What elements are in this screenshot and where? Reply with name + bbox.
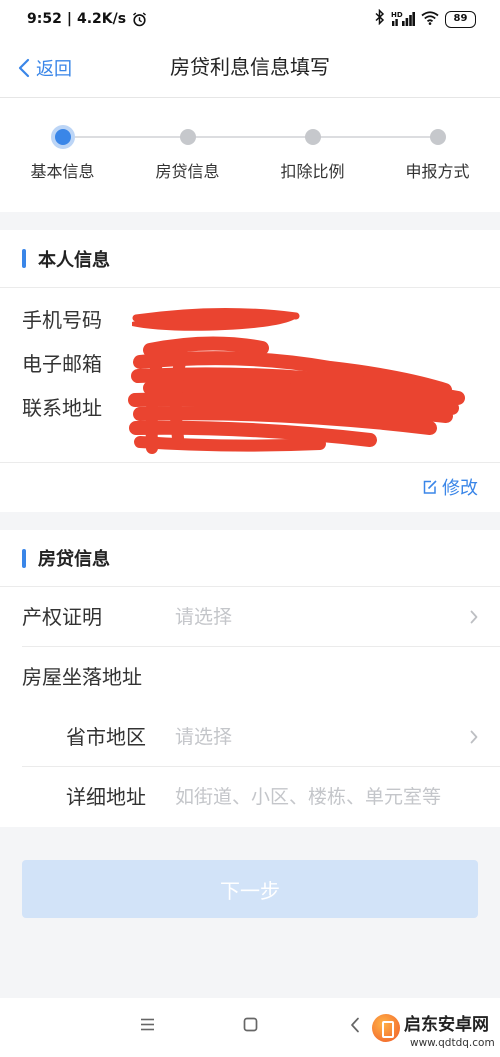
page-title: 房贷利息信息填写	[170, 55, 330, 79]
row-label: 产权证明	[22, 605, 102, 629]
wifi-icon	[421, 10, 439, 29]
step-label: 申报方式	[405, 162, 470, 181]
step-basic-info: 基本信息	[0, 98, 125, 212]
edit-row: 修改	[0, 463, 500, 511]
section-accent-bar	[22, 249, 26, 268]
row-label: 房屋坐落地址	[22, 665, 142, 689]
region-select[interactable]: 省市地区 请选择	[0, 707, 500, 767]
status-time: 9:52	[27, 11, 62, 27]
status-right: HD 89	[375, 0, 476, 38]
step-label: 房贷信息	[155, 162, 220, 181]
step-label: 基本信息	[30, 162, 95, 181]
back-icon[interactable]	[350, 1017, 360, 1033]
field-label: 联系地址	[22, 395, 102, 420]
detail-address-input[interactable]	[175, 781, 475, 813]
watermark: 启东安卓网 www.qdtdq.com	[370, 1008, 498, 1054]
section-title: 房贷信息	[38, 549, 110, 570]
section-accent-bar	[22, 548, 26, 568]
edit-icon	[422, 479, 438, 495]
watermark-url: www.qdtdq.com	[410, 1037, 495, 1049]
status-left: 9:52 | 4.2K/s	[27, 0, 147, 38]
chevron-left-icon	[18, 58, 30, 78]
chevron-right-icon	[470, 730, 478, 744]
phone-row: 手机号码	[0, 296, 500, 340]
section-title: 本人信息	[38, 249, 110, 271]
battery-icon: 89	[445, 10, 476, 28]
nav-header: 房贷利息信息填写 返回	[0, 38, 500, 98]
watermark-logo	[372, 1014, 400, 1042]
watermark-name: 启东安卓网	[404, 1015, 489, 1035]
edit-label: 修改	[442, 478, 478, 499]
section-header: 房贷信息	[0, 530, 500, 587]
field-label: 手机号码	[22, 307, 102, 332]
status-bar: 9:52 | 4.2K/s HD 89	[0, 0, 500, 38]
step-dot	[179, 129, 196, 145]
step-dot	[304, 129, 321, 145]
back-label: 返回	[36, 58, 72, 80]
step-dot	[429, 129, 446, 145]
edit-button[interactable]: 修改	[422, 463, 478, 511]
email-row: 电子邮箱	[0, 340, 500, 384]
menu-icon[interactable]	[140, 1017, 155, 1032]
step-deduction-ratio: 扣除比例	[250, 98, 375, 212]
progress-steps: 基本信息 房贷信息 扣除比例 申报方式	[0, 98, 500, 212]
row-label: 详细地址	[66, 785, 146, 809]
loan-info-section: 房贷信息 产权证明 请选择 房屋坐落地址 省市地区 请选择 详细地址	[0, 530, 500, 827]
row-label: 省市地区	[66, 725, 146, 749]
next-step-button[interactable]: 下一步	[22, 860, 478, 918]
house-location-row: 房屋坐落地址	[0, 647, 500, 707]
signal-icon: HD	[391, 11, 415, 27]
status-separator: |	[66, 11, 72, 27]
home-square-icon[interactable]	[243, 1017, 258, 1032]
alarm-icon	[132, 11, 147, 27]
bluetooth-icon	[375, 8, 385, 29]
detail-address-row: 详细地址	[0, 767, 500, 827]
network-speed: 4.2K/s	[76, 11, 127, 27]
row-placeholder: 请选择	[175, 726, 233, 748]
chevron-right-icon	[470, 610, 478, 624]
step-declaration-method: 申报方式	[375, 98, 500, 212]
step-label: 扣除比例	[280, 162, 345, 181]
address-row: 联系地址	[0, 384, 500, 428]
section-header: 本人信息	[0, 230, 500, 288]
personal-info-section: 本人信息 手机号码 电子邮箱 联系地址 修改	[0, 230, 500, 512]
personal-fields: 手机号码 电子邮箱 联系地址	[0, 288, 500, 463]
row-placeholder: 请选择	[175, 606, 233, 628]
step-loan-info: 房贷信息	[125, 98, 250, 212]
step-dot	[50, 125, 75, 149]
field-label: 电子邮箱	[22, 351, 102, 376]
back-button[interactable]: 返回	[18, 38, 72, 97]
property-certificate-select[interactable]: 产权证明 请选择	[0, 587, 500, 647]
